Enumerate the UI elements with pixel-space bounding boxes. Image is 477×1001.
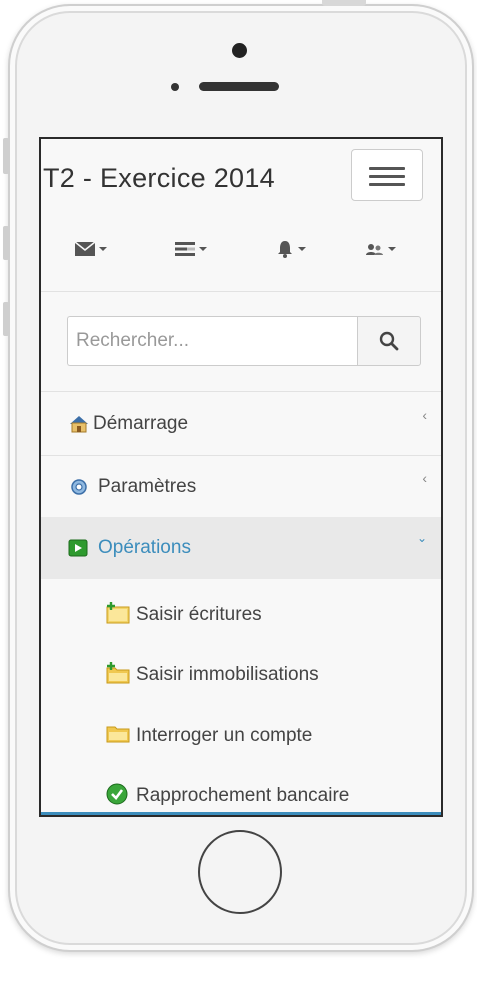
hamburger-icon-bar	[369, 175, 405, 178]
submenu-item-interroger-un-compte[interactable]: Interroger un compte	[41, 704, 441, 764]
home-button[interactable]	[198, 830, 282, 914]
caret-down-icon	[388, 247, 396, 251]
phone-screen: T2 - Exercice 2014 Rechercher... Démarra…	[39, 137, 443, 817]
screen-bottom-accent	[41, 812, 441, 815]
caret-down-icon	[298, 247, 306, 251]
sidebar-item-demarrage[interactable]: Démarrage ‹	[41, 393, 441, 455]
folder-icon	[106, 726, 130, 743]
messages-dropdown[interactable]	[61, 229, 121, 269]
chevron-down-icon: ⌄	[416, 531, 427, 545]
search-icon	[379, 331, 399, 351]
add-folder-icon	[106, 662, 130, 684]
tasks-icon	[175, 242, 195, 256]
submenu-item-rapprochement-bancaire[interactable]: Rapprochement bancaire	[41, 764, 441, 815]
sidebar-item-operations[interactable]: Opérations ⌄	[41, 517, 441, 579]
submenu-item-label: Saisir immobilisations	[136, 664, 319, 685]
front-camera	[232, 43, 247, 58]
new-folder-icon	[106, 602, 130, 624]
search-button[interactable]	[357, 316, 421, 366]
hamburger-icon-bar	[369, 167, 405, 170]
envelope-icon	[75, 242, 95, 256]
check-circle-icon	[106, 783, 128, 805]
caret-down-icon	[199, 247, 207, 251]
hamburger-icon-bar	[369, 183, 405, 186]
submenu-item-label: Saisir écritures	[136, 604, 262, 625]
search-divider	[41, 391, 441, 392]
search-input[interactable]	[67, 316, 366, 366]
chevron-left-icon: ‹	[422, 407, 427, 423]
sidebar-item-parametres[interactable]: Paramètres ‹	[41, 456, 441, 518]
mute-switch	[3, 138, 9, 174]
users-icon	[366, 244, 383, 255]
notifications-dropdown[interactable]	[261, 229, 321, 269]
navbar-toggle-button[interactable]	[351, 149, 423, 201]
power-button	[322, 0, 366, 6]
settings-icon	[71, 479, 87, 495]
sidebar-search-form	[67, 316, 421, 366]
volume-down-button	[3, 302, 9, 336]
volume-up-button	[3, 226, 9, 260]
submenu-item-saisir-immobilisations[interactable]: Saisir immobilisations	[41, 643, 441, 703]
header-divider	[41, 291, 441, 292]
tasks-dropdown[interactable]	[161, 229, 221, 269]
submenu-item-label: Interroger un compte	[136, 725, 313, 746]
submenu-item-label: Rapprochement bancaire	[136, 785, 350, 806]
bell-icon	[278, 241, 292, 258]
navbar-icon-menu	[41, 229, 441, 269]
operations-icon	[68, 539, 88, 557]
sidebar-item-label: Opérations	[98, 537, 191, 558]
sidebar-item-label: Démarrage	[93, 413, 189, 434]
app-title[interactable]: T2 - Exercice 2014	[43, 163, 275, 194]
sidebar-item-label: Paramètres	[98, 476, 197, 497]
earpiece-speaker	[199, 82, 279, 91]
user-dropdown[interactable]	[351, 229, 411, 269]
chevron-left-icon: ‹	[422, 470, 427, 486]
submenu-item-saisir-ecritures[interactable]: Saisir écritures	[41, 583, 441, 643]
home-icon	[70, 416, 88, 433]
caret-down-icon	[99, 247, 107, 251]
proximity-sensor	[171, 83, 179, 91]
